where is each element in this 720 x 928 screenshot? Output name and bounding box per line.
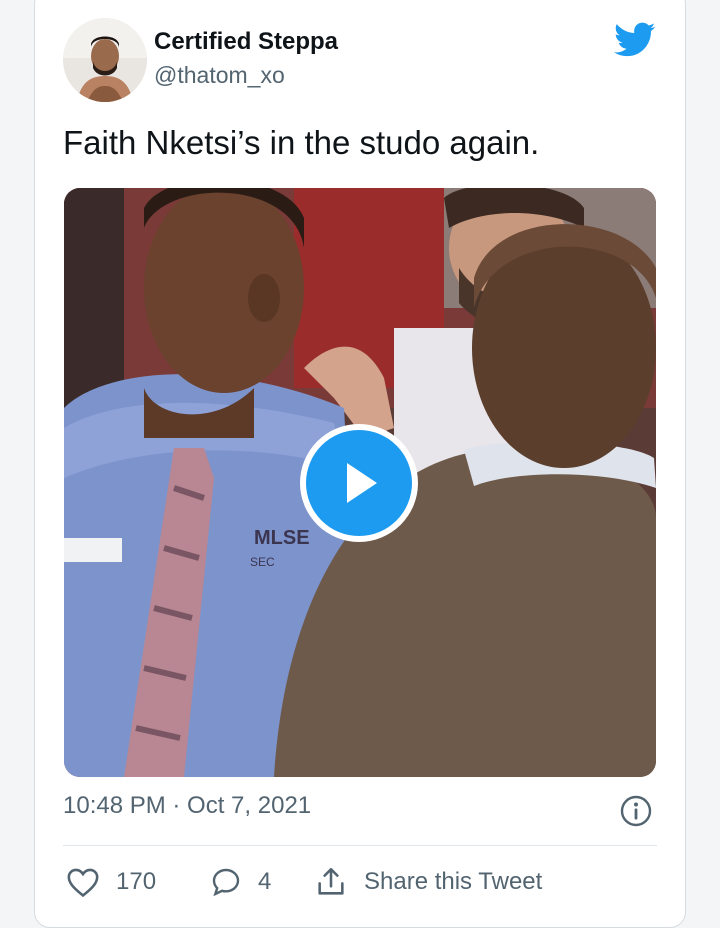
reply-bubble-icon [212, 868, 240, 897]
twitter-bird-icon[interactable] [614, 22, 656, 58]
heart-icon [67, 868, 99, 898]
info-icon[interactable] [619, 794, 653, 828]
play-button[interactable] [300, 424, 418, 542]
share-label: Share this Tweet [364, 868, 543, 895]
share-icon [318, 867, 344, 895]
play-icon [306, 430, 412, 536]
like-button[interactable]: 170 [66, 862, 156, 902]
user-handle[interactable]: @thatom_xo [154, 62, 285, 89]
tweet-text: Faith Nketsi’s in the studo again. [63, 124, 540, 161]
display-name[interactable]: Certified Steppa [154, 28, 338, 56]
uniform-badge-text: MLSE [254, 527, 310, 549]
avatar[interactable] [63, 18, 147, 102]
timestamp[interactable]: 10:48 PM · Oct 7, 2021 [63, 792, 311, 820]
share-button[interactable]: Share this Tweet [314, 862, 542, 902]
reply-button[interactable]: 4 [210, 862, 271, 902]
uniform-badge-subtext: SEC [250, 555, 275, 569]
reply-count: 4 [258, 868, 272, 895]
divider [63, 845, 657, 846]
like-count: 170 [116, 868, 157, 895]
